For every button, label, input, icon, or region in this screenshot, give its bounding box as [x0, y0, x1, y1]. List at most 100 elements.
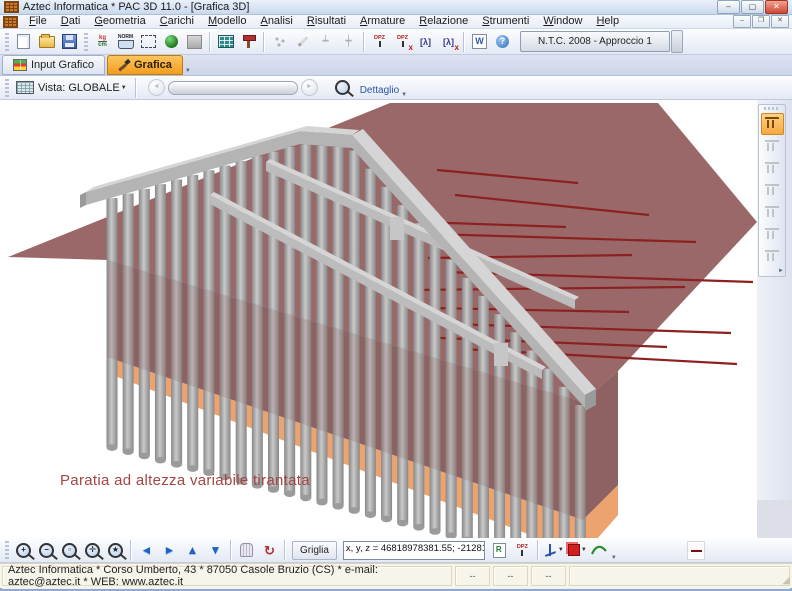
report-button[interactable]: [488, 540, 511, 561]
toolbar-grip[interactable]: [5, 541, 9, 559]
vertical-view-toolbar: ►: [758, 104, 786, 277]
tables-button[interactable]: [214, 31, 237, 52]
mdi-document-icon: [3, 16, 18, 28]
normative-button[interactable]: NORM: [114, 31, 137, 52]
tab-overflow-button[interactable]: ▼: [185, 68, 191, 74]
selection-button[interactable]: [137, 31, 160, 52]
toolbar-grip[interactable]: [5, 79, 9, 97]
mdi-minimize-button[interactable]: –: [733, 15, 751, 28]
material-button[interactable]: [160, 31, 183, 52]
graphics-3d-canvas[interactable]: Paratia ad altezza variabile tirantata ►: [0, 100, 792, 538]
diagram-section-delete-button[interactable]: [λ] x: [437, 31, 460, 52]
zoom-out-button[interactable]: −: [35, 540, 58, 561]
diagram-dpz-button[interactable]: DPZ: [368, 31, 391, 52]
bottom-toolbar: + − ▫ ✛ ★ ◄ ► ▲ ▼ ↻ Griglia x, y, z = 46…: [0, 538, 792, 563]
minimize-button[interactable]: –: [717, 0, 740, 14]
open-folder-icon: [39, 36, 55, 48]
toolbar-overflow-button[interactable]: ▼: [401, 92, 407, 98]
report-word-button[interactable]: W: [468, 31, 491, 52]
chevron-down-icon[interactable]: ▼: [558, 547, 564, 553]
add-section-button[interactable]: ┿: [337, 31, 360, 52]
menu-analisi[interactable]: Analisi: [253, 15, 299, 28]
pan-left-button[interactable]: ◄: [135, 540, 158, 561]
mdi-restore-button[interactable]: ❐: [752, 15, 770, 28]
units-button[interactable]: kgcm: [91, 31, 114, 52]
chart-button[interactable]: ┷: [314, 31, 337, 52]
vista-selector[interactable]: Vista: GLOBALE: [38, 82, 120, 94]
griglia-toggle-button[interactable]: Griglia: [292, 541, 337, 560]
zoom-in-button[interactable]: +: [12, 540, 35, 561]
menu-modello[interactable]: Modello: [201, 15, 254, 28]
chevron-down-icon[interactable]: ▼: [121, 85, 127, 91]
save-file-button[interactable]: [58, 31, 81, 52]
chevron-down-icon[interactable]: ▼: [581, 547, 587, 553]
toolbar-grip[interactable]: [84, 33, 88, 51]
view-structure-3-button[interactable]: [762, 159, 783, 179]
word-document-icon: W: [472, 34, 487, 49]
diagram-section-button[interactable]: [λ]: [414, 31, 437, 52]
help-button[interactable]: ?: [491, 31, 514, 52]
menu-carichi[interactable]: Carichi: [153, 15, 201, 28]
orbit-button[interactable]: ↻: [258, 540, 281, 561]
pan-right-button[interactable]: ►: [158, 540, 181, 561]
mdi-close-button[interactable]: ✕: [771, 15, 789, 28]
tab-input-grafico[interactable]: Input Grafico: [2, 55, 105, 75]
dock-corner: [757, 500, 792, 538]
view-structure-7-button[interactable]: [762, 247, 783, 267]
background-button[interactable]: [183, 31, 206, 52]
pan-down-button[interactable]: ▼: [204, 540, 227, 561]
menu-geometria[interactable]: Geometria: [87, 15, 152, 28]
render-mode-button[interactable]: ▼: [565, 540, 588, 561]
zoom-extents-button[interactable]: ✛: [81, 540, 104, 561]
diagram-dpz-delete-button[interactable]: DPZ x: [391, 31, 414, 52]
normative-book-icon: NORM: [118, 35, 134, 49]
red-cube-icon: [568, 544, 580, 556]
zoom-dynamic-button[interactable]: ★: [104, 540, 127, 561]
pile-tool-button[interactable]: [237, 31, 260, 52]
menu-risultati[interactable]: Risultati: [300, 15, 353, 28]
zoom-window-button[interactable]: ▫: [58, 540, 81, 561]
view-full-structure-button[interactable]: [761, 113, 784, 135]
menu-dati[interactable]: Dati: [54, 15, 88, 28]
toolbar-overflow-button[interactable]: ▼: [611, 555, 617, 561]
pan-hand-button[interactable]: [235, 540, 258, 561]
draw-button[interactable]: [291, 31, 314, 52]
toolbar-overflow-button[interactable]: ►: [778, 268, 784, 274]
resize-grip[interactable]: ◢: [782, 575, 790, 586]
combobox-scroll[interactable]: [671, 30, 683, 53]
scatter-points-icon: [274, 36, 286, 48]
menu-bar: File Dati Geometria Carichi Modello Anal…: [0, 15, 792, 29]
close-button[interactable]: ✕: [765, 0, 788, 14]
menu-relazione[interactable]: Relazione: [412, 15, 475, 28]
step-back-button[interactable]: ◄: [148, 79, 165, 96]
dpz-icon: DPZ: [515, 545, 529, 556]
view-structure-6-button[interactable]: [762, 225, 783, 245]
new-file-button[interactable]: [12, 31, 35, 52]
maximize-button[interactable]: ▢: [741, 0, 764, 14]
dettaglio-label[interactable]: Dettaglio: [360, 85, 399, 96]
toolbar-separator: [130, 540, 132, 560]
normative-approach-combobox[interactable]: N.T.C. 2008 - Approccio 1: [520, 31, 670, 52]
toolbar-grip[interactable]: [5, 33, 9, 51]
detail-magnifier-icon[interactable]: [335, 80, 350, 95]
view-structure-4-button[interactable]: [762, 181, 783, 201]
smooth-curve-button[interactable]: [588, 540, 611, 561]
menu-strumenti[interactable]: Strumenti: [475, 15, 536, 28]
menu-file[interactable]: File: [22, 15, 54, 28]
dpz-button[interactable]: DPZ: [511, 540, 534, 561]
units-kgcm-icon: kgcm: [98, 35, 107, 48]
animation-slider[interactable]: [168, 81, 298, 95]
view-structure-2-button[interactable]: [762, 137, 783, 157]
menu-armature[interactable]: Armature: [353, 15, 412, 28]
toolbar-grip[interactable]: [764, 107, 780, 110]
menu-help[interactable]: Help: [589, 15, 626, 28]
axes-button[interactable]: ▼: [542, 540, 565, 561]
open-file-button[interactable]: [35, 31, 58, 52]
pan-up-button[interactable]: ▲: [181, 540, 204, 561]
tab-grafica[interactable]: Grafica: [107, 55, 183, 75]
add-section-icon: ┿: [345, 36, 351, 47]
menu-window[interactable]: Window: [536, 15, 589, 28]
step-forward-button[interactable]: ►: [301, 79, 318, 96]
points-button[interactable]: [268, 31, 291, 52]
view-structure-5-button[interactable]: [762, 203, 783, 223]
